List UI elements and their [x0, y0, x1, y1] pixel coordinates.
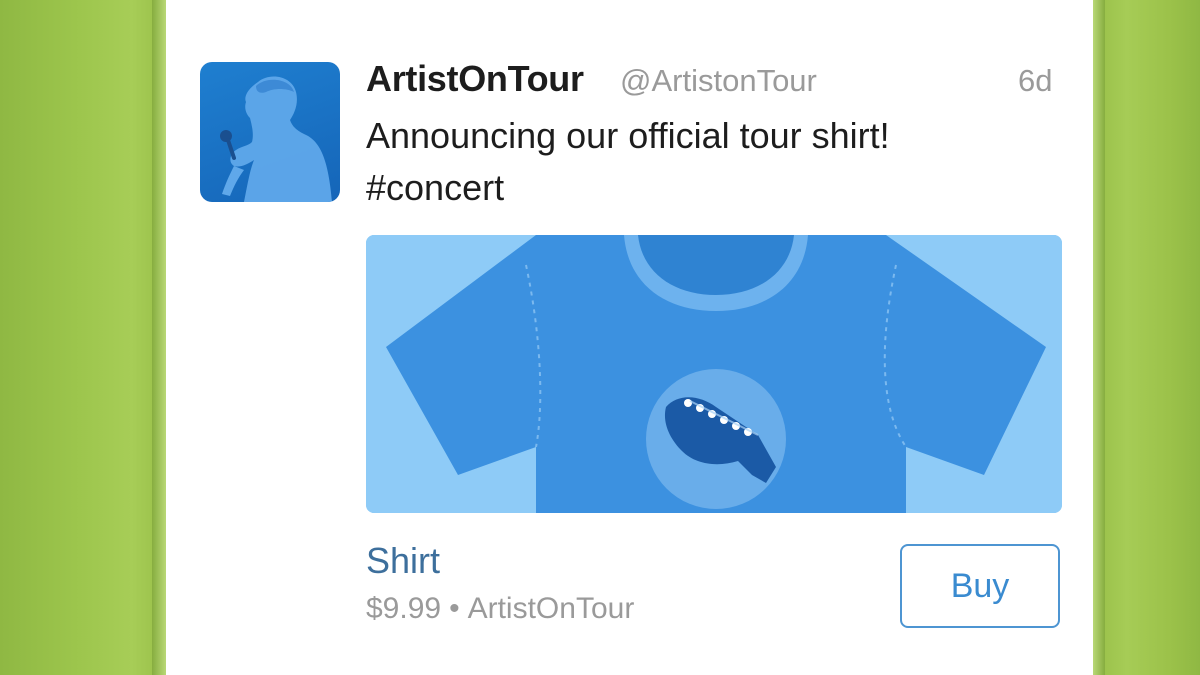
hashtag-link[interactable]: #concert [366, 162, 1066, 214]
background-right [1095, 0, 1200, 675]
product-price: $9.99 [366, 592, 442, 625]
meta-separator: • [449, 592, 460, 625]
author-handle[interactable]: @ArtistonTour [620, 63, 817, 99]
tweet-text-line: Announcing our official tour shirt! [366, 115, 890, 156]
author-name[interactable]: ArtistOnTour [366, 58, 584, 100]
product-meta: $9.99 • ArtistOnTour [366, 592, 634, 626]
product-seller[interactable]: ArtistOnTour [468, 592, 635, 625]
avatar[interactable] [200, 62, 340, 202]
tweet-media-image[interactable] [366, 235, 1062, 513]
tweet-text: Announcing our official tour shirt! #con… [366, 110, 1066, 214]
buy-button[interactable]: Buy [900, 544, 1060, 628]
phone-bezel-left [152, 0, 166, 675]
background-left [0, 0, 165, 675]
phone-bezel-right [1093, 0, 1105, 675]
product-name[interactable]: Shirt [366, 540, 440, 582]
tshirt-guitar-image [366, 235, 1062, 513]
singer-silhouette-icon [220, 76, 332, 202]
timestamp: 6d [1018, 63, 1053, 98]
